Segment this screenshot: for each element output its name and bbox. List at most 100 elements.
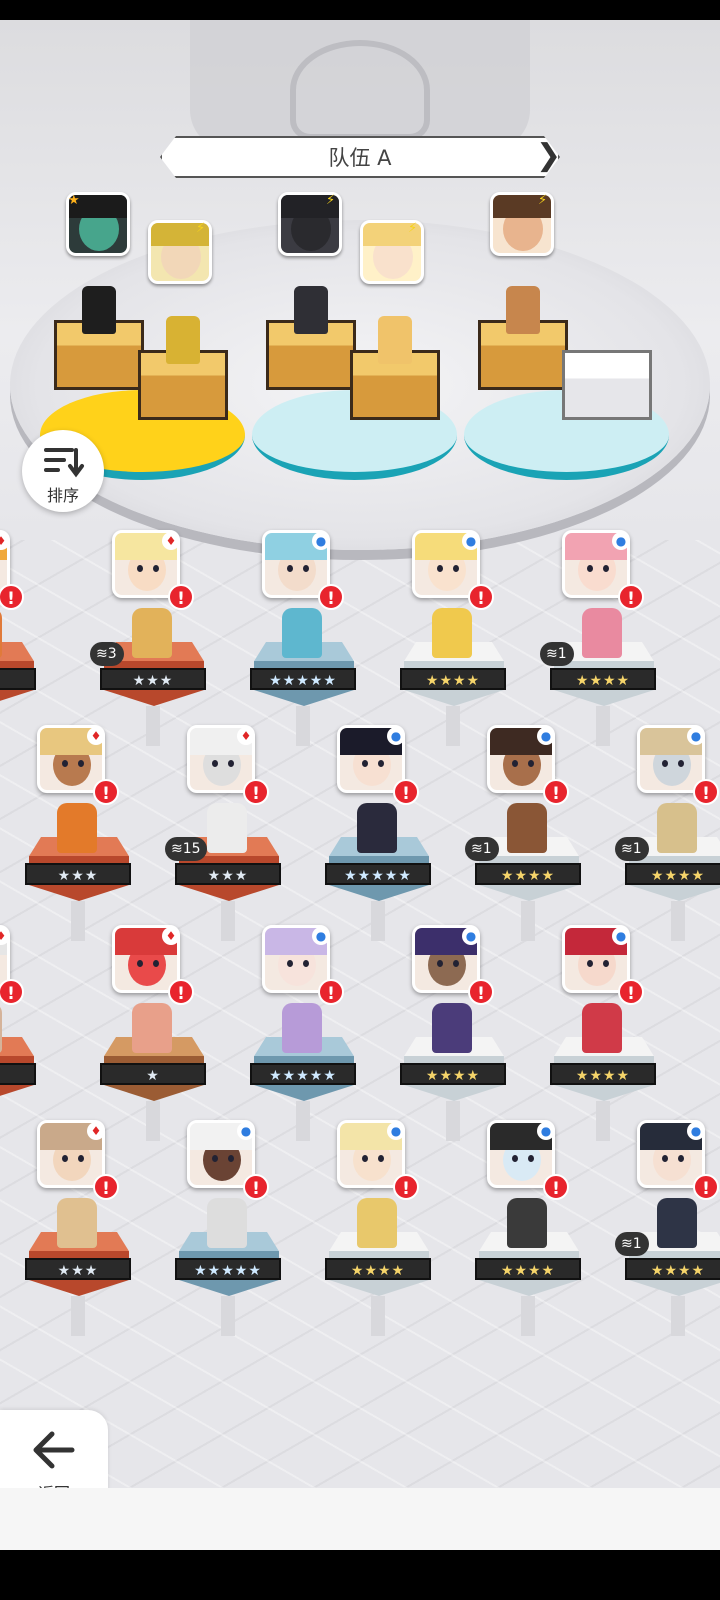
star-rating: ★★: [0, 1063, 36, 1085]
empty-team-slot[interactable]: [562, 350, 652, 420]
alert-badge-icon: !: [243, 779, 269, 805]
leader-star-icon: ★: [68, 193, 80, 208]
hero-sprite: [582, 1003, 622, 1053]
hero-card[interactable]: ●! ★★★★★: [175, 1120, 285, 1336]
team-hero-sprite[interactable]: [166, 316, 200, 364]
hero-card[interactable]: ♦! ★: [100, 925, 210, 1141]
hero-card[interactable]: ●! ★★★★ ≋1: [540, 530, 660, 746]
next-team-arrow-icon[interactable]: ❯: [536, 136, 561, 178]
star-rating: ★★: [0, 668, 36, 690]
portrait-eye: [62, 1155, 68, 1162]
duplicate-count-badge: ≋1: [615, 1232, 649, 1256]
duplicate-count: 1: [557, 646, 567, 662]
duplicate-count: 1: [632, 1236, 642, 1252]
portrait-eye: [153, 960, 159, 967]
hero-sprite: [282, 608, 322, 658]
back-arrow-icon: [33, 1431, 75, 1469]
water-element-icon: ●: [312, 927, 330, 945]
stack-icon: ≋: [471, 841, 483, 857]
portrait-eye: [437, 960, 443, 967]
hero-card[interactable]: ●! ★★★★: [400, 925, 510, 1141]
water-element-icon: ●: [612, 927, 630, 945]
star-rating: ★★★★: [550, 668, 656, 690]
hero-card[interactable]: ●! ★★★★: [475, 1120, 585, 1336]
team-slot-group: [464, 286, 669, 490]
lightning-bolt-icon: ⚡: [408, 221, 418, 236]
pedestal-pole: [446, 1101, 460, 1141]
hero-card[interactable]: ♦! ★★★ ≋3: [90, 530, 210, 746]
hero-card[interactable]: ●! ★★★★: [325, 1120, 435, 1336]
sort-icon: [44, 448, 84, 478]
arena-emblem-icon: [290, 40, 430, 140]
duplicate-count-badge: ≋1: [540, 642, 574, 666]
team-hero-sprite[interactable]: [294, 286, 328, 334]
hero-sprite: [0, 1003, 2, 1053]
portrait-eye: [228, 1155, 234, 1162]
water-element-icon: ●: [387, 1122, 405, 1140]
hero-card[interactable]: ♦! ★★★ ≋15: [165, 725, 285, 941]
star-rating: ★★★★: [400, 1063, 506, 1085]
team-hero-sprite[interactable]: [82, 286, 116, 334]
hero-card[interactable]: ●! ★★★★ ≋1: [615, 725, 720, 941]
team-hero-sprite[interactable]: [506, 286, 540, 334]
alert-badge-icon: !: [468, 979, 494, 1005]
fire-element-icon: ♦: [87, 1122, 105, 1140]
portrait-eye: [678, 1155, 684, 1162]
water-element-icon: ●: [462, 532, 480, 550]
portrait-eye: [153, 565, 159, 572]
water-element-icon: ●: [687, 727, 705, 745]
duplicate-count-badge: ≋1: [465, 837, 499, 861]
hero-sprite: [57, 803, 97, 853]
portrait-eye: [587, 960, 593, 967]
sort-button[interactable]: 排序: [22, 430, 104, 512]
lightning-bolt-icon: ⚡: [196, 221, 206, 236]
alert-badge-icon: !: [543, 1174, 569, 1200]
hero-card[interactable]: ●! ★★★★ ≋1: [615, 1120, 720, 1336]
star-rating: ★★★★★: [250, 668, 356, 690]
hero-card[interactable]: ●! ★★★★★: [250, 530, 360, 746]
hero-card[interactable]: ♦!★★: [0, 925, 40, 1115]
stack-icon: ≋: [621, 841, 633, 857]
lightning-bolt-icon: ⚡: [538, 193, 548, 208]
portrait-eye: [437, 565, 443, 572]
pedestal-pole: [221, 1296, 235, 1336]
duplicate-count-badge: ≋15: [165, 837, 207, 861]
hero-card[interactable]: ●! ★★★★: [400, 530, 510, 746]
portrait-eye: [78, 1155, 84, 1162]
hero-sprite: [207, 803, 247, 853]
pedestal-pole: [671, 901, 685, 941]
star-rating: ★★★: [25, 1258, 131, 1280]
team-slot-group: [252, 286, 457, 490]
stack-icon: ≋: [621, 1236, 633, 1252]
alert-badge-icon: !: [168, 584, 194, 610]
pedestal-pole: [521, 901, 535, 941]
star-rating: ★★★★: [325, 1258, 431, 1280]
alert-badge-icon: !: [243, 1174, 269, 1200]
hero-card[interactable]: ●! ★★★★★: [325, 725, 435, 941]
fire-element-icon: ♦: [162, 532, 180, 550]
water-element-icon: ●: [462, 927, 480, 945]
pedestal-pole: [146, 1101, 160, 1141]
water-element-icon: ●: [612, 532, 630, 550]
hero-sprite: [132, 608, 172, 658]
hero-card[interactable]: ●! ★★★★: [550, 925, 660, 1141]
pedestal-pole: [371, 901, 385, 941]
hero-sprite: [432, 1003, 472, 1053]
hero-card[interactable]: ●! ★★★★★: [250, 925, 360, 1141]
hero-card[interactable]: ♦! ★★★: [25, 725, 135, 941]
portrait-eye: [662, 760, 668, 767]
pedestal-pole: [146, 706, 160, 746]
hero-sprite: [207, 1198, 247, 1248]
portrait-eye: [137, 960, 143, 967]
portrait-eye: [137, 565, 143, 572]
alert-badge-icon: !: [168, 979, 194, 1005]
portrait-eye: [287, 960, 293, 967]
alert-badge-icon: !: [393, 1174, 419, 1200]
team-hero-sprite[interactable]: [378, 316, 412, 364]
hero-card[interactable]: ♦! ★★★: [25, 1120, 135, 1336]
portrait-eye: [62, 760, 68, 767]
pedestal-pole: [71, 901, 85, 941]
pedestal-pole: [596, 1101, 610, 1141]
hero-card[interactable]: ♦!★★: [0, 530, 40, 720]
hero-card[interactable]: ●! ★★★★ ≋1: [465, 725, 585, 941]
